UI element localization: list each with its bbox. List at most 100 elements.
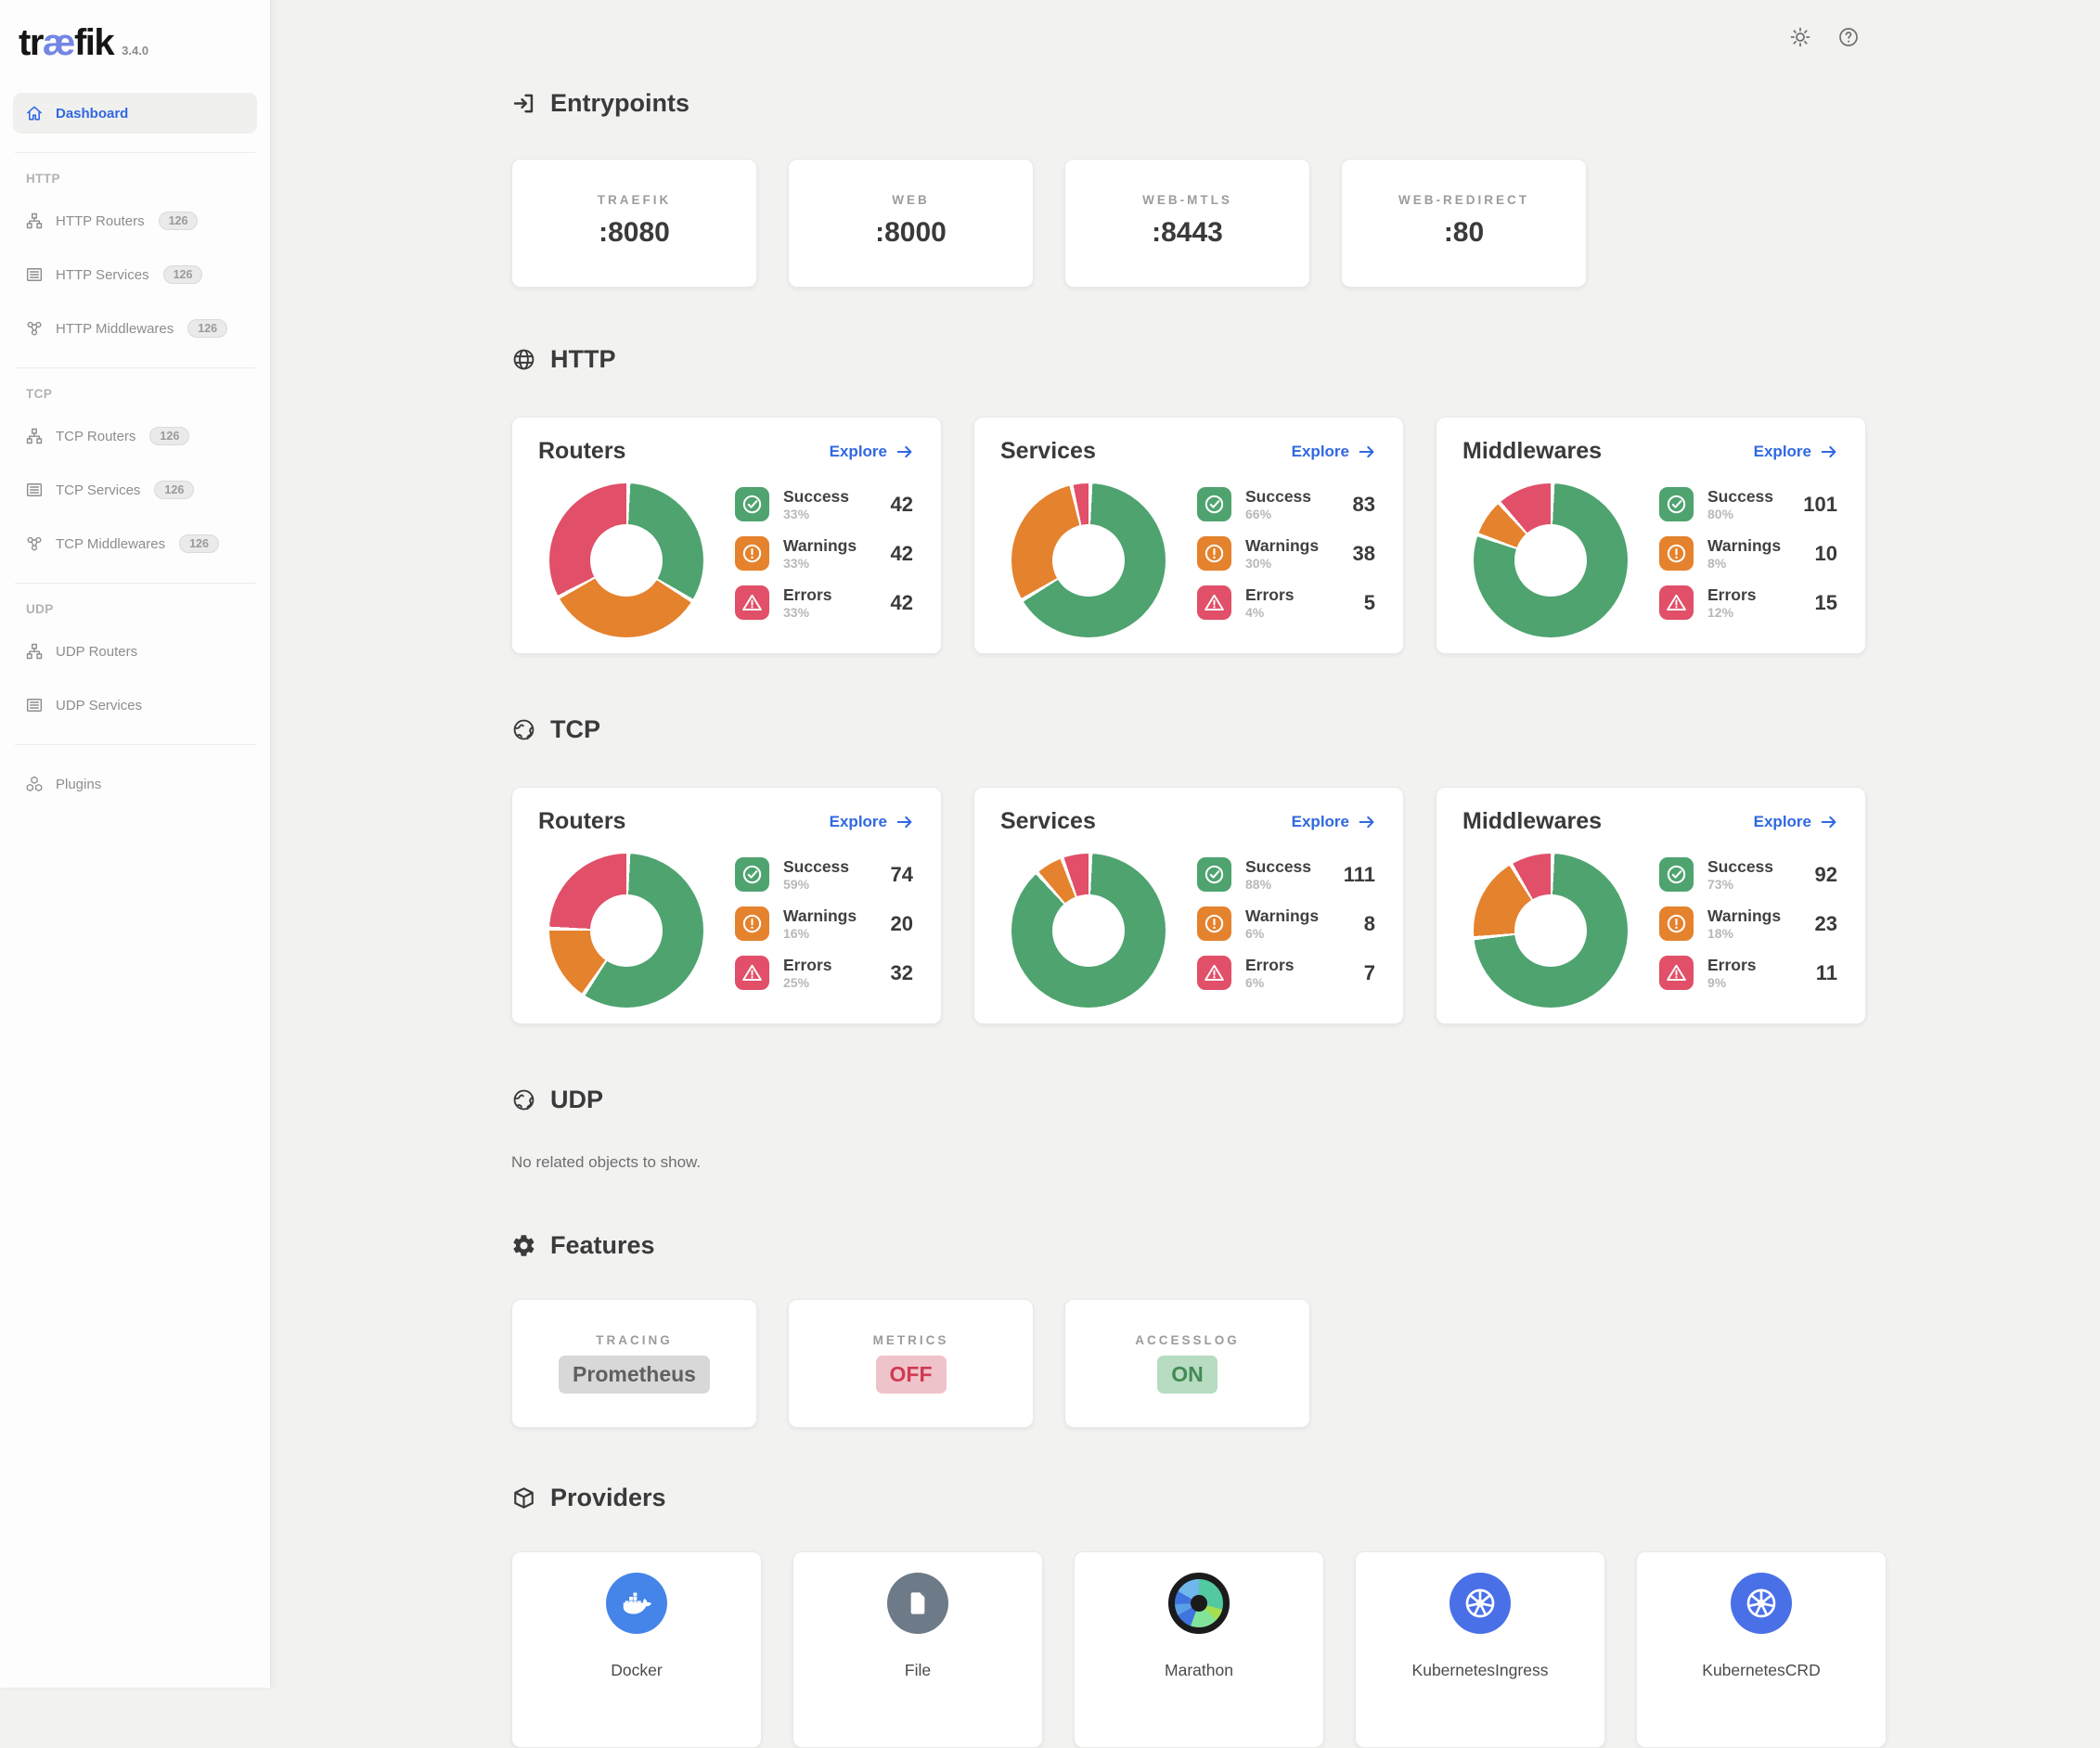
help-icon[interactable] bbox=[1837, 26, 1860, 48]
warning-icon bbox=[735, 536, 769, 571]
error-icon bbox=[1659, 956, 1694, 990]
entrypoint-label: TRAEFIK bbox=[598, 193, 672, 207]
sidebar-item-label: UDP Routers bbox=[56, 644, 137, 660]
explore-link[interactable]: Explore bbox=[1754, 442, 1839, 462]
http-services-card: Services Explore Success66% 83 Warnings bbox=[973, 417, 1404, 654]
udp-section: UDP No related objects to show. bbox=[511, 1086, 2100, 1172]
legend-row-warnings: Warnings18% 23 bbox=[1659, 906, 1837, 941]
http-section: HTTP Routers Explore Success33% 42 bbox=[511, 345, 2100, 654]
logo-text: træfik bbox=[19, 24, 113, 61]
tcp-cards: Routers Explore Success59% 74 Warnings1 bbox=[511, 787, 2100, 1024]
legend: Success80% 101 Warnings8% 10 Errors12% 1… bbox=[1659, 487, 1837, 637]
card-title: Routers bbox=[538, 808, 625, 835]
feature-card-tracing: TRACING Prometheus bbox=[511, 1299, 757, 1428]
sidebar-item-tcp-services[interactable]: TCP Services 126 bbox=[13, 469, 257, 510]
legend: Success59% 74 Warnings16% 20 Errors25% 3… bbox=[735, 857, 913, 1008]
divider bbox=[15, 583, 255, 584]
warning-icon bbox=[1197, 536, 1231, 571]
sidebar-nav: Dashboard HTTP HTTP Routers 126 HTTP Ser… bbox=[0, 93, 270, 804]
routers-icon bbox=[25, 642, 44, 661]
count-badge: 126 bbox=[154, 481, 194, 499]
warning-icon bbox=[1197, 906, 1231, 941]
error-icon bbox=[1659, 585, 1694, 620]
sidebar-item-tcp-routers[interactable]: TCP Routers 126 bbox=[13, 416, 257, 456]
card-title: Services bbox=[1000, 808, 1096, 835]
arrow-right-icon bbox=[1819, 442, 1839, 462]
tcp-heading: TCP bbox=[511, 715, 2100, 744]
success-icon bbox=[1659, 487, 1694, 521]
http-cards: Routers Explore Success33% 42 Warnings3 bbox=[511, 417, 2100, 654]
provider-card-kubernetescrd: KubernetesCRD bbox=[1636, 1551, 1887, 1748]
sidebar-item-http-middlewares[interactable]: HTTP Middlewares 126 bbox=[13, 308, 257, 349]
donut-chart bbox=[1011, 483, 1166, 637]
plugins-icon bbox=[25, 775, 44, 793]
legend: Success73% 92 Warnings18% 23 Errors9% 11 bbox=[1659, 857, 1837, 1008]
sidebar-item-plugins[interactable]: Plugins bbox=[13, 764, 257, 804]
explore-link[interactable]: Explore bbox=[1292, 812, 1377, 832]
sidebar-item-tcp-middlewares[interactable]: TCP Middlewares 126 bbox=[13, 523, 257, 564]
section-title: HTTP bbox=[550, 345, 616, 374]
features-heading: Features bbox=[511, 1231, 2100, 1260]
legend: Success88% 111 Warnings6% 8 Errors6% 7 bbox=[1197, 857, 1375, 1008]
legend-row-errors: Errors6% 7 bbox=[1197, 956, 1375, 990]
tcp-services-card: Services Explore Success88% 111 Warning bbox=[973, 787, 1404, 1024]
tcp-middlewares-card: Middlewares Explore Success73% 92 Warni bbox=[1436, 787, 1866, 1024]
card-title: Services bbox=[1000, 438, 1096, 465]
entrypoint-port: :8443 bbox=[1152, 217, 1223, 249]
warning-icon bbox=[1659, 906, 1694, 941]
legend-row-errors: Errors33% 42 bbox=[735, 585, 913, 620]
donut-chart bbox=[1011, 854, 1166, 1008]
provider-name: File bbox=[905, 1661, 931, 1680]
legend: Success66% 83 Warnings30% 38 Errors4% 5 bbox=[1197, 487, 1375, 637]
features-cards: TRACING Prometheus METRICS OFF ACCESSLOG… bbox=[511, 1299, 2100, 1428]
explore-link[interactable]: Explore bbox=[830, 812, 915, 832]
provider-card-kubernetesingress: KubernetesIngress bbox=[1355, 1551, 1605, 1748]
stat-count: 38 bbox=[1353, 542, 1375, 566]
legend-row-warnings: Warnings30% 38 bbox=[1197, 536, 1375, 571]
sidebar-item-udp-routers[interactable]: UDP Routers bbox=[13, 631, 257, 672]
error-icon bbox=[735, 956, 769, 990]
stat-count: 15 bbox=[1815, 591, 1837, 615]
explore-link[interactable]: Explore bbox=[1292, 442, 1377, 462]
sidebar-item-udp-services[interactable]: UDP Services bbox=[13, 685, 257, 726]
routers-icon bbox=[25, 212, 44, 230]
stat-count: 42 bbox=[891, 542, 913, 566]
section-title: TCP bbox=[550, 715, 600, 744]
kubernetes-logo-icon bbox=[1731, 1573, 1792, 1634]
stat-count: 42 bbox=[891, 591, 913, 615]
entrypoints-heading: Entrypoints bbox=[511, 89, 2100, 118]
services-icon bbox=[25, 265, 44, 284]
stat-count: 92 bbox=[1815, 863, 1837, 887]
explore-link[interactable]: Explore bbox=[1754, 812, 1839, 832]
card-title: Middlewares bbox=[1462, 808, 1602, 835]
stat-count: 101 bbox=[1803, 493, 1837, 517]
sidebar-section-tcp: TCP bbox=[26, 387, 270, 401]
stat-count: 42 bbox=[891, 493, 913, 517]
theme-toggle-sun-icon[interactable] bbox=[1789, 26, 1811, 48]
sidebar-item-http-routers[interactable]: HTTP Routers 126 bbox=[13, 200, 257, 241]
sidebar-item-label: TCP Services bbox=[56, 482, 140, 498]
legend-row-success: Success59% 74 bbox=[735, 857, 913, 892]
stat-count: 74 bbox=[891, 863, 913, 887]
legend: Success33% 42 Warnings33% 42 Errors33% 4… bbox=[735, 487, 913, 637]
providers-heading: Providers bbox=[511, 1484, 2100, 1512]
legend-row-errors: Errors9% 11 bbox=[1659, 956, 1837, 990]
entrypoint-label: WEB-REDIRECT bbox=[1398, 193, 1529, 207]
warning-icon bbox=[735, 906, 769, 941]
sidebar-item-dashboard[interactable]: Dashboard bbox=[13, 93, 257, 134]
stat-count: 8 bbox=[1364, 912, 1375, 936]
legend-row-success: Success80% 101 bbox=[1659, 487, 1837, 521]
divider bbox=[15, 152, 255, 153]
udp-heading: UDP bbox=[511, 1086, 2100, 1114]
entrypoint-label: WEB-MTLS bbox=[1142, 193, 1232, 207]
success-icon bbox=[735, 487, 769, 521]
http-routers-card: Routers Explore Success33% 42 Warnings3 bbox=[511, 417, 942, 654]
feature-value-badge: ON bbox=[1157, 1356, 1217, 1394]
marathon-logo-icon bbox=[1168, 1573, 1230, 1634]
sidebar-item-label: UDP Services bbox=[56, 698, 142, 713]
sidebar-item-label: Dashboard bbox=[56, 106, 128, 122]
sidebar-item-label: HTTP Middlewares bbox=[56, 321, 174, 337]
sidebar-item-http-services[interactable]: HTTP Services 126 bbox=[13, 254, 257, 295]
provider-card-file: File bbox=[792, 1551, 1043, 1748]
explore-link[interactable]: Explore bbox=[830, 442, 915, 462]
